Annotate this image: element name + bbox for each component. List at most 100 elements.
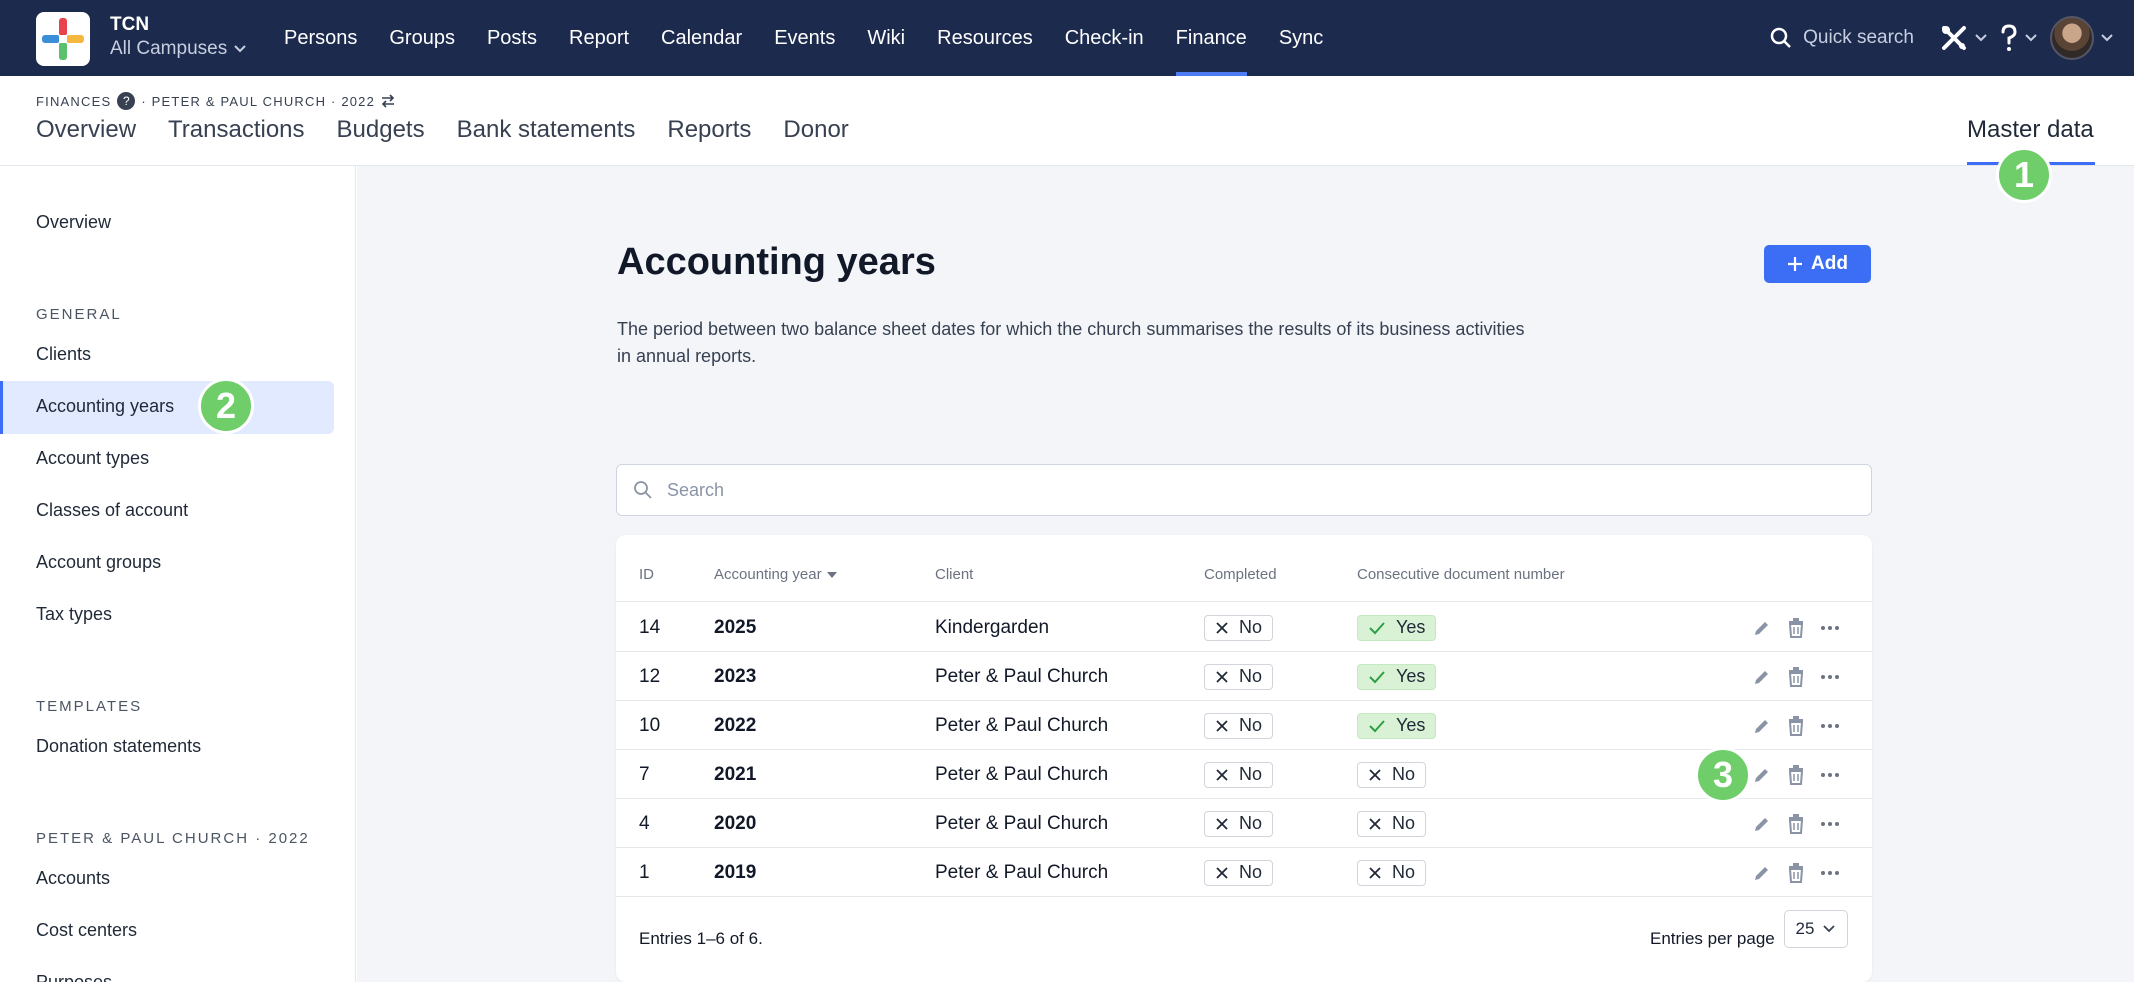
edit-button[interactable] bbox=[1752, 618, 1772, 638]
more-actions-button[interactable] bbox=[1820, 667, 1840, 687]
more-actions-button[interactable] bbox=[1820, 618, 1840, 638]
consecutive-value: Yes bbox=[1396, 715, 1426, 735]
cell-id: 12 bbox=[639, 665, 661, 687]
table-row[interactable]: 14 2025 Kindergarden No Yes bbox=[616, 603, 1872, 652]
user-menu[interactable] bbox=[2050, 16, 2114, 60]
edit-button[interactable] bbox=[1752, 716, 1772, 736]
sidebar-item-accounting-years[interactable]: Accounting years bbox=[36, 396, 174, 417]
more-icon bbox=[1821, 723, 1839, 728]
table-row[interactable]: 7 2021 Peter & Paul Church No No bbox=[616, 750, 1872, 799]
column-header-completed[interactable]: Completed bbox=[1204, 566, 1277, 583]
nav-calendar[interactable]: Calendar bbox=[645, 0, 758, 76]
cross-icon bbox=[1216, 621, 1228, 634]
cell-client: Peter & Paul Church bbox=[935, 665, 1109, 687]
sidebar-item-accounts[interactable]: Accounts bbox=[36, 868, 110, 889]
cell-id: 4 bbox=[639, 812, 650, 834]
pencil-icon bbox=[1755, 670, 1768, 684]
cell-consecutive: Yes bbox=[1357, 701, 1437, 750]
column-header-accounting-year[interactable]: Accounting year bbox=[714, 566, 838, 583]
sidebar-item-donation-statements[interactable]: Donation statements bbox=[36, 736, 201, 757]
completed-badge: No bbox=[1204, 859, 1274, 886]
table-row[interactable]: 4 2020 Peter & Paul Church No No bbox=[616, 799, 1872, 848]
cell-accounting-year: 2023 bbox=[714, 665, 757, 687]
sidebar-item-classes-of-account[interactable]: Classes of account bbox=[36, 500, 188, 521]
more-icon bbox=[1821, 821, 1839, 826]
cell-accounting-year: 2020 bbox=[714, 812, 757, 834]
column-header-id[interactable]: ID bbox=[639, 566, 654, 583]
cross-icon bbox=[1369, 768, 1381, 781]
trash-icon bbox=[1788, 666, 1804, 687]
delete-button[interactable] bbox=[1786, 715, 1806, 736]
search-field bbox=[616, 464, 1872, 516]
search-input[interactable] bbox=[667, 479, 1767, 501]
avatar bbox=[2050, 16, 2094, 60]
cell-consecutive: Yes bbox=[1357, 603, 1437, 652]
app-logo[interactable] bbox=[36, 12, 90, 66]
nav-finance[interactable]: Finance bbox=[1160, 0, 1263, 76]
column-header-label: Accounting year bbox=[714, 566, 822, 583]
sidebar-item-overview[interactable]: Overview bbox=[36, 212, 111, 233]
tab-master-data[interactable]: Master data bbox=[1967, 116, 2094, 144]
nav-check-in[interactable]: Check-in bbox=[1049, 0, 1160, 76]
logo-mark bbox=[42, 18, 84, 60]
nav-persons[interactable]: Persons bbox=[268, 0, 373, 76]
pencil-icon bbox=[1755, 817, 1768, 831]
tab-bank-statements[interactable]: Bank statements bbox=[457, 116, 636, 144]
top-right-tools: Quick search bbox=[1769, 0, 2114, 76]
delete-button[interactable] bbox=[1786, 813, 1806, 834]
more-actions-button[interactable] bbox=[1820, 765, 1840, 785]
help-menu[interactable] bbox=[2000, 24, 2038, 52]
sidebar: Overview GENERAL Clients Accounting year… bbox=[0, 166, 356, 982]
tab-overview[interactable]: Overview bbox=[36, 116, 136, 144]
cell-client: Kindergarden bbox=[935, 616, 1050, 638]
tab-reports[interactable]: Reports bbox=[667, 116, 751, 144]
pencil-icon bbox=[1755, 621, 1768, 635]
tools-menu[interactable] bbox=[1940, 24, 1988, 52]
delete-button[interactable] bbox=[1786, 666, 1806, 687]
cell-accounting-year: 2019 bbox=[714, 861, 757, 883]
add-button[interactable]: Add bbox=[1764, 245, 1871, 283]
sidebar-item-purposes[interactable]: Purposes bbox=[36, 972, 112, 982]
search-icon bbox=[1770, 27, 1792, 48]
more-actions-button[interactable] bbox=[1820, 716, 1840, 736]
table-row[interactable]: 10 2022 Peter & Paul Church No Yes bbox=[616, 701, 1872, 750]
delete-button[interactable] bbox=[1786, 617, 1806, 638]
sidebar-item-account-groups[interactable]: Account groups bbox=[36, 552, 161, 573]
sidebar-item-cost-centers[interactable]: Cost centers bbox=[36, 920, 137, 941]
table-row[interactable]: 12 2023 Peter & Paul Church No Yes bbox=[616, 652, 1872, 701]
more-icon bbox=[1821, 870, 1839, 875]
entries-per-page-select[interactable]: 25 bbox=[1784, 910, 1848, 948]
nav-report[interactable]: Report bbox=[553, 0, 645, 76]
edit-button[interactable] bbox=[1752, 814, 1772, 834]
nav-events[interactable]: Events bbox=[758, 0, 851, 76]
sidebar-item-tax-types[interactable]: Tax types bbox=[36, 604, 112, 625]
edit-button[interactable] bbox=[1752, 863, 1772, 883]
tab-budgets[interactable]: Budgets bbox=[337, 116, 425, 144]
switch-context-icon[interactable] bbox=[381, 94, 395, 108]
tab-donor[interactable]: Donor bbox=[783, 116, 848, 144]
delete-button[interactable] bbox=[1786, 862, 1806, 883]
delete-button[interactable] bbox=[1786, 764, 1806, 785]
more-actions-button[interactable] bbox=[1820, 814, 1840, 834]
nav-wiki[interactable]: Wiki bbox=[851, 0, 921, 76]
column-header-client[interactable]: Client bbox=[935, 566, 973, 583]
nav-groups[interactable]: Groups bbox=[373, 0, 471, 76]
quick-search-label: Quick search bbox=[1803, 27, 1914, 48]
sidebar-item-clients[interactable]: Clients bbox=[36, 344, 91, 365]
table-row[interactable]: 1 2019 Peter & Paul Church No No bbox=[616, 848, 1872, 897]
campus-label: All Campuses bbox=[110, 38, 228, 59]
more-actions-button[interactable] bbox=[1820, 863, 1840, 883]
organization-switcher[interactable]: TCN All Campuses bbox=[110, 14, 247, 62]
cell-consecutive: No bbox=[1357, 799, 1427, 848]
sidebar-item-account-types[interactable]: Account types bbox=[36, 448, 149, 469]
column-header-consecutive-document-number[interactable]: Consecutive document number bbox=[1357, 566, 1565, 583]
tab-transactions[interactable]: Transactions bbox=[168, 116, 305, 144]
nav-sync[interactable]: Sync bbox=[1263, 0, 1339, 76]
step-marker-3: 3 bbox=[1695, 747, 1751, 803]
edit-button[interactable] bbox=[1752, 667, 1772, 687]
help-badge-icon[interactable]: ? bbox=[117, 92, 136, 110]
nav-resources[interactable]: Resources bbox=[921, 0, 1049, 76]
nav-posts[interactable]: Posts bbox=[471, 0, 553, 76]
quick-search-button[interactable]: Quick search bbox=[1769, 26, 1914, 50]
edit-button[interactable] bbox=[1752, 765, 1772, 785]
